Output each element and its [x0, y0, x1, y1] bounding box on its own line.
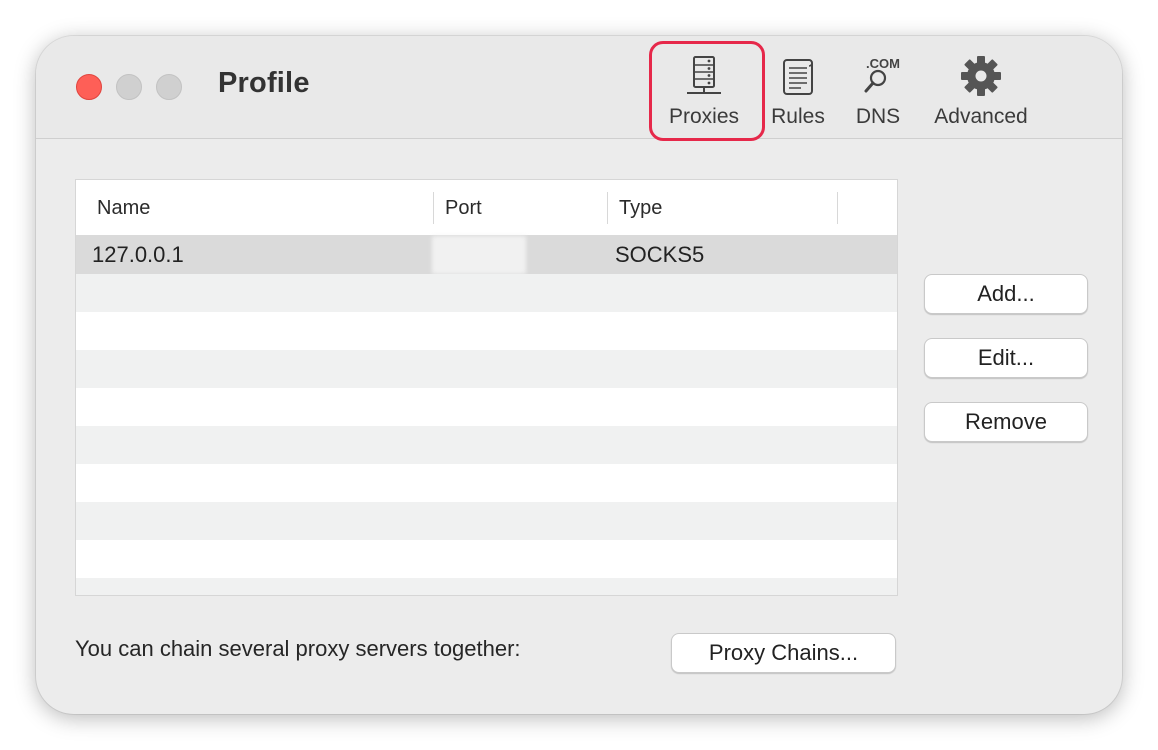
empty-table-row [76, 388, 897, 426]
add-proxy-button[interactable]: Add... [924, 274, 1088, 314]
window-title: Profile [218, 67, 310, 99]
column-header-port[interactable]: Port [445, 197, 482, 220]
dns-icon-text: .COM [866, 56, 900, 71]
toolbar-tab-advanced[interactable]: Advanced [918, 50, 1044, 132]
proxy-type-cell: SOCKS5 [615, 242, 705, 267]
minimize-window-button[interactable] [116, 74, 142, 100]
toolbar-tab-proxies-label: Proxies [668, 105, 740, 128]
proxy-chains-button[interactable]: Proxy Chains... [671, 633, 896, 673]
column-header-type[interactable]: Type [619, 197, 662, 220]
toolbar-tab-proxies[interactable]: Proxies [654, 50, 754, 132]
proxy-name-cell: 127.0.0.1 [92, 242, 184, 267]
column-divider[interactable] [433, 192, 434, 224]
profile-window: Profile Proxies Rules .COM DNS Advanced … [36, 36, 1122, 714]
toolbar-tab-advanced-label: Advanced [934, 105, 1028, 128]
proxy-table[interactable]: Name Port Type 127.0.0.1 SOCKS5 [75, 179, 898, 596]
empty-table-row [76, 502, 897, 540]
toolbar-tab-rules-label: Rules [771, 105, 825, 128]
toolbar-tab-dns[interactable]: .COM DNS [842, 50, 914, 132]
server-icon [681, 54, 727, 105]
empty-table-row [76, 350, 897, 388]
proxy-port-cell-redacted [432, 236, 526, 274]
close-window-button[interactable] [76, 74, 102, 100]
gear-icon [958, 54, 1004, 105]
column-divider[interactable] [837, 192, 838, 224]
column-divider[interactable] [607, 192, 608, 224]
scroll-icon [775, 54, 821, 105]
zoom-window-button[interactable] [156, 74, 182, 100]
empty-table-row [76, 540, 897, 578]
empty-table-row [76, 312, 897, 350]
toolbar-tab-rules[interactable]: Rules [759, 50, 837, 132]
table-header: Name Port Type [76, 180, 897, 236]
edit-proxy-button[interactable]: Edit... [924, 338, 1088, 378]
empty-table-row [76, 426, 897, 464]
table-row[interactable]: 127.0.0.1 SOCKS5 [76, 236, 897, 274]
title-bar: Profile Proxies Rules .COM DNS Advanced [36, 36, 1122, 141]
proxy-chain-hint: You can chain several proxy servers toge… [75, 636, 521, 661]
empty-table-row [76, 464, 897, 502]
toolbar-tab-dns-label: DNS [855, 105, 901, 128]
remove-proxy-button[interactable]: Remove [924, 402, 1088, 442]
empty-table-row [76, 274, 897, 312]
empty-table-row [76, 578, 897, 595]
dns-magnifier-icon: .COM [853, 54, 903, 105]
column-header-name[interactable]: Name [97, 197, 150, 220]
